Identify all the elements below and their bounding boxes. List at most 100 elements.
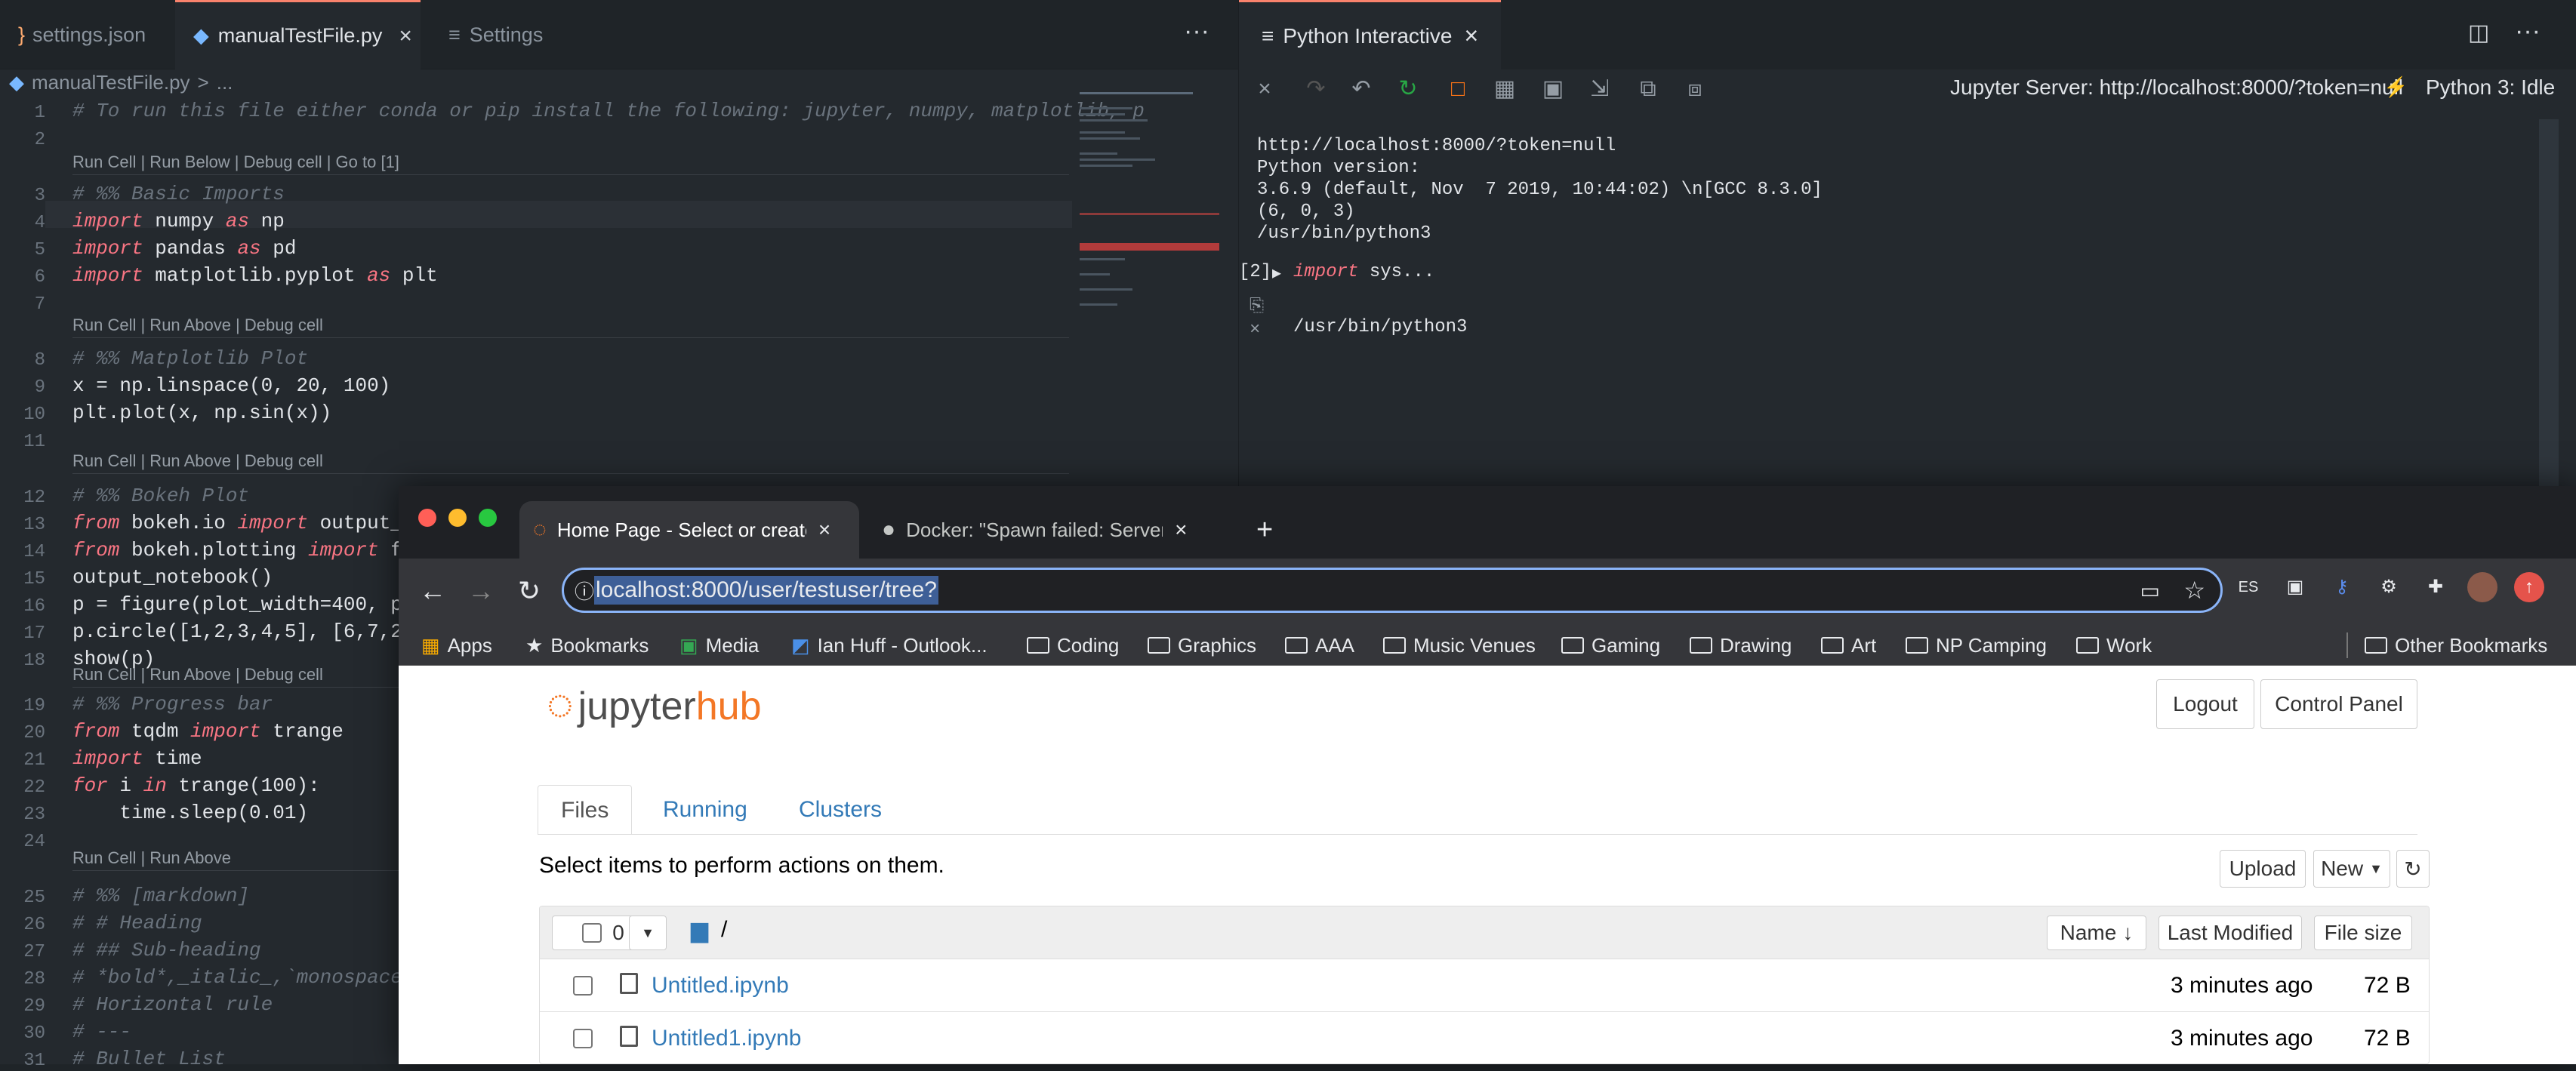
bookmark-folder-art[interactable]: Art <box>1821 631 1876 660</box>
bookmark-folder-drawing[interactable]: Drawing <box>1690 631 1792 660</box>
more-actions-icon[interactable]: ··· <box>1184 17 1209 46</box>
code-line[interactable]: # --- <box>72 1020 131 1043</box>
browser-tab-github[interactable]: ● Docker: "Spawn failed: Server c × <box>868 501 1208 559</box>
code-line[interactable]: # %% Matplotlib Plot <box>72 347 308 370</box>
bookmark-star-icon[interactable]: ☆ <box>2183 576 2205 605</box>
undo-icon[interactable]: ↶ <box>1348 75 1375 103</box>
code-line[interactable]: # *bold*,_italic_,`monospace` <box>72 966 414 989</box>
export-icon[interactable]: ⇲ <box>1586 75 1613 103</box>
extension-icon[interactable]: ▣ <box>2280 572 2310 602</box>
close-icon[interactable]: × <box>1464 22 1478 50</box>
code-line[interactable]: import time <box>72 747 202 770</box>
tab-running[interactable]: Running <box>640 785 770 835</box>
code-line[interactable]: # ## Sub-heading <box>72 939 261 962</box>
breadcrumb-root[interactable]: / <box>721 917 727 943</box>
interrupt-kernel-icon[interactable]: □ <box>1444 75 1471 103</box>
forward-icon[interactable]: → <box>462 572 500 610</box>
close-window-button[interactable] <box>418 509 436 527</box>
breadcrumb-more[interactable]: ... <box>217 71 233 94</box>
code-line[interactable]: # Bullet List <box>72 1048 226 1070</box>
code-line[interactable]: from tqdm import trange <box>72 720 344 743</box>
cast-icon[interactable]: ▭ <box>2140 578 2160 603</box>
split-editor-icon[interactable]: ◫ <box>2468 20 2489 46</box>
bookmark-bookmarks[interactable]: ★ Bookmarks <box>525 631 649 660</box>
clear-all-icon[interactable]: × <box>1251 75 1278 103</box>
settings-gear-icon[interactable]: ⚙ <box>2374 572 2404 602</box>
bookmark-outlook[interactable]: ◩ Ian Huff - Outlook... <box>791 631 988 660</box>
table-row[interactable]: Untitled1.ipynb 3 minutes ago 72 B <box>540 1012 2429 1063</box>
code-line[interactable]: import matplotlib.pyplot as plt <box>72 264 438 287</box>
code-lens[interactable]: Run Cell | Run Above <box>72 848 231 868</box>
code-line[interactable]: # To run this file either conda or pip i… <box>72 100 1145 122</box>
select-all-checkbox[interactable] <box>582 923 602 943</box>
bookmark-folder-aaa[interactable]: AAA <box>1285 631 1354 660</box>
table-row[interactable]: Untitled.ipynb 3 minutes ago 72 B <box>540 959 2429 1012</box>
row-checkbox[interactable] <box>573 1029 593 1048</box>
jupyterhub-logo[interactable]: ◌ jupyterhub <box>547 678 762 730</box>
code-line[interactable]: p = figure(plot_width=400, plo <box>72 593 426 616</box>
close-tab-icon[interactable]: × <box>1175 518 1187 542</box>
code-line[interactable]: # %% Bokeh Plot <box>72 485 249 507</box>
restart-kernel-icon[interactable]: ↻ <box>1394 75 1422 103</box>
site-info-icon[interactable]: ⓘ <box>575 577 594 605</box>
maximize-window-button[interactable] <box>479 509 497 527</box>
kernel-status[interactable]: Python 3: Idle <box>2426 75 2555 100</box>
tab-clusters[interactable]: Clusters <box>776 785 904 835</box>
code-lens[interactable]: Run Cell | Run Above | Debug cell <box>72 315 323 335</box>
delete-cell-icon[interactable]: × <box>1249 320 1260 340</box>
bookmark-folder-np-camping[interactable]: NP Camping <box>1906 631 2047 660</box>
new-dropdown-button[interactable]: New ▼ <box>2313 850 2390 888</box>
file-name-link[interactable]: Untitled.ipynb <box>652 973 789 999</box>
code-line[interactable]: # Horizontal rule <box>72 993 273 1016</box>
back-icon[interactable]: ← <box>414 572 451 610</box>
code-line[interactable]: x = np.linspace(0, 20, 100) <box>72 374 390 397</box>
redo-icon[interactable]: ↷ <box>1302 75 1330 103</box>
logout-button[interactable]: Logout <box>2156 679 2254 729</box>
bookmark-folder-work[interactable]: Work <box>2076 631 2152 660</box>
bookmark-apps[interactable]: ▦ Apps <box>421 631 492 660</box>
bookmark-folder-music-venues[interactable]: Music Venues <box>1383 631 1536 660</box>
cell-code-collapsed[interactable]: import sys... <box>1293 262 1434 282</box>
collapse-cells-icon[interactable]: ⧈ <box>1681 75 1709 103</box>
file-name-link[interactable]: Untitled1.ipynb <box>652 1026 801 1051</box>
select-menu-caret-icon[interactable]: ▼ <box>629 916 667 950</box>
code-line[interactable]: # # Heading <box>72 912 202 934</box>
save-icon[interactable]: ▣ <box>1539 75 1567 103</box>
variables-icon[interactable]: ▦ <box>1491 75 1518 103</box>
tab-settings[interactable]: ≡ Settings <box>430 0 627 69</box>
jupyter-server-status[interactable]: Jupyter Server: http://localhost:8000/?t… <box>1950 75 2403 100</box>
breadcrumb-file[interactable]: manualTestFile.py <box>32 71 190 94</box>
bookmark-folder-coding[interactable]: Coding <box>1027 631 1119 660</box>
close-icon[interactable]: × <box>399 23 412 49</box>
browser-tab-jupyterhub[interactable]: ◌ Home Page - Select or create a × <box>519 501 859 559</box>
tab-manual-test-file[interactable]: ◆ manualTestFile.py × <box>175 0 421 69</box>
code-line[interactable]: from bokeh.plotting import fig <box>72 539 426 562</box>
bookmark-folder-gaming[interactable]: Gaming <box>1561 631 1660 660</box>
code-line[interactable]: p.circle([1,2,3,4,5], [6,7,2,4 <box>72 620 426 643</box>
code-line[interactable]: import numpy as np <box>72 210 285 232</box>
refresh-button[interactable]: ↻ <box>2396 850 2430 888</box>
bookmark-media[interactable]: ▣ Media <box>679 631 759 660</box>
code-line[interactable]: for i in trange(100): <box>72 774 320 797</box>
profile-badge[interactable]: ES <box>2233 572 2263 602</box>
tab-python-interactive[interactable]: ≡ Python Interactive × <box>1239 0 1502 69</box>
bookmark-folder-graphics[interactable]: Graphics <box>1148 631 1256 660</box>
tab-settings-json[interactable]: } settings.json <box>0 0 174 69</box>
sort-modified-button[interactable]: Last Modified <box>2158 916 2302 950</box>
code-line[interactable]: # %% Progress bar <box>72 693 273 716</box>
minimize-window-button[interactable] <box>448 509 467 527</box>
expand-cells-icon[interactable]: ⧉ <box>1635 75 1662 103</box>
address-bar[interactable]: ⓘ localhost:8000/user/testuser/tree? ▭ ☆ <box>562 568 2223 613</box>
expand-cell-icon[interactable]: ▸ <box>1272 262 1281 285</box>
avatar[interactable] <box>2467 572 2497 602</box>
upload-button[interactable]: Upload <box>2220 850 2306 888</box>
extensions-puzzle-icon[interactable]: ✚ <box>2420 572 2451 602</box>
update-icon[interactable]: ↑ <box>2514 572 2544 602</box>
sort-size-button[interactable]: File size <box>2314 916 2412 950</box>
control-panel-button[interactable]: Control Panel <box>2260 679 2417 729</box>
folder-icon[interactable]: ▆ <box>691 917 708 943</box>
code-line[interactable]: plt.plot(x, np.sin(x)) <box>72 402 331 424</box>
code-lens[interactable]: Run Cell | Run Above | Debug cell <box>72 665 323 685</box>
password-manager-icon[interactable]: ⚷ <box>2327 572 2357 602</box>
code-line[interactable]: output_notebook() <box>72 566 273 589</box>
